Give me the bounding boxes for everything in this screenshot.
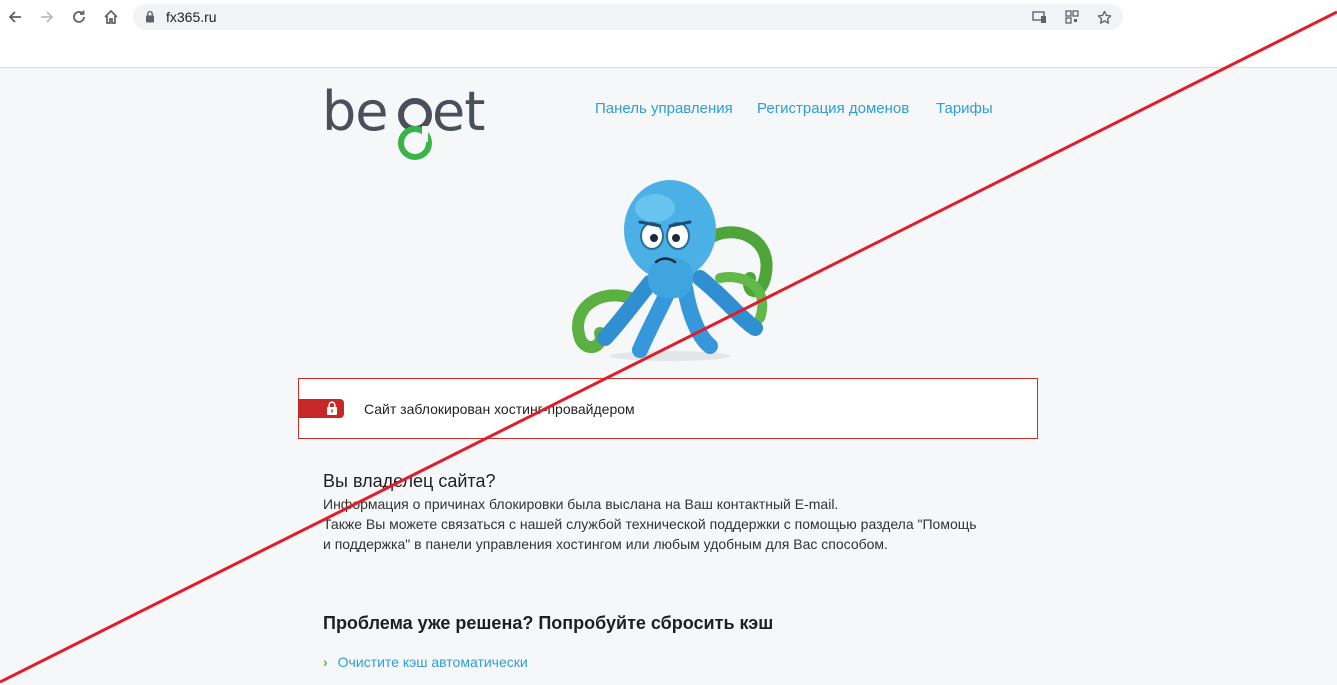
svg-text:be: be: [322, 82, 388, 143]
solved-heading: Проблема уже решена? Попробуйте сбросить…: [323, 613, 774, 633]
cast-icon[interactable]: [1031, 9, 1047, 25]
alert-message: Сайт заблокирован хостинг-провайдером: [364, 401, 635, 417]
clear-cache-link[interactable]: › Очистите кэш автоматически: [323, 654, 528, 670]
back-arrow-icon[interactable]: [4, 6, 26, 28]
url-text[interactable]: fx365.ru: [166, 9, 217, 25]
address-bar[interactable]: fx365.ru: [133, 4, 1123, 30]
browser-toolbar: fx365.ru: [0, 0, 1337, 68]
beget-logo[interactable]: be et: [322, 80, 492, 162]
owner-info-line-1: Информация о причинах блокировки была вы…: [323, 496, 839, 512]
nav-domain-registration-link[interactable]: Регистрация доменов: [757, 100, 909, 117]
nav-tariffs-link[interactable]: Тарифы: [936, 100, 993, 117]
reload-icon[interactable]: [68, 6, 90, 28]
chevron-right-icon: ›: [323, 654, 328, 670]
sad-octopus-mascot-image: [560, 178, 780, 363]
svg-text:et: et: [432, 82, 484, 143]
alert-flag: [298, 399, 344, 418]
clear-cache-link-label[interactable]: Очистите кэш автоматически: [338, 654, 528, 670]
bookmark-star-icon[interactable]: [1096, 9, 1112, 25]
forward-arrow-icon[interactable]: [36, 6, 58, 28]
owner-info-line-3: и поддержка" в панели управления хостинг…: [323, 536, 888, 552]
secure-lock-icon[interactable]: [145, 10, 155, 28]
lock-icon: [326, 401, 338, 420]
nav-control-panel-link[interactable]: Панель управления: [595, 100, 733, 117]
site-blocked-alert: Сайт заблокирован хостинг-провайдером: [298, 378, 1038, 439]
owner-info-line-2: Также Вы можете связаться с нашей службо…: [323, 516, 977, 532]
owner-heading: Вы владелец сайта?: [323, 471, 496, 491]
home-icon[interactable]: [100, 6, 122, 28]
qr-code-icon[interactable]: [1064, 9, 1080, 25]
